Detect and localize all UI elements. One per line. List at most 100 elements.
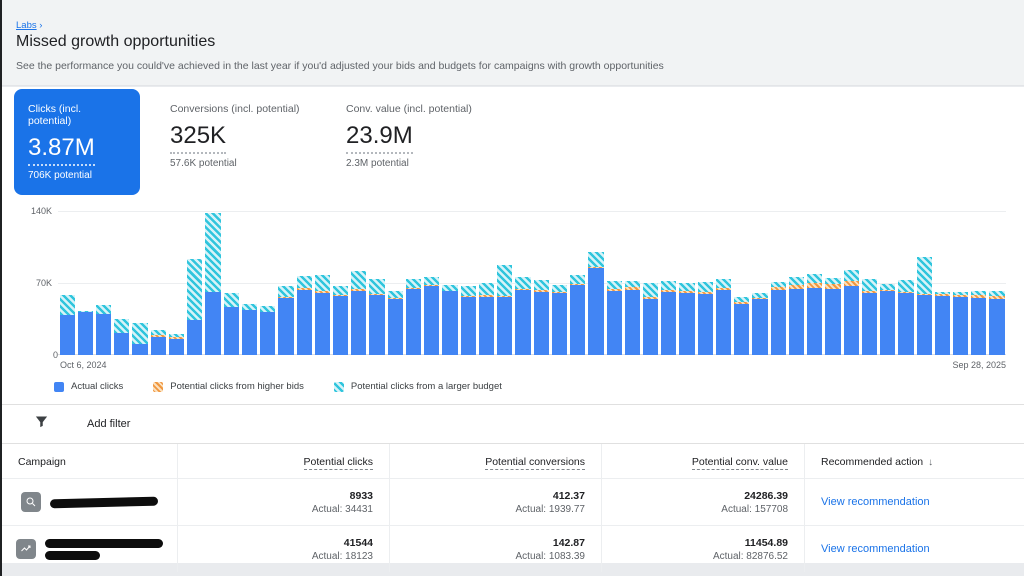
bar-week-14[interactable] <box>297 211 312 355</box>
bar-week-21[interactable] <box>424 211 439 355</box>
bar-segment-actual <box>570 285 585 355</box>
col-header-campaign[interactable]: Campaign <box>2 444 178 478</box>
bar-week-41[interactable] <box>789 211 804 355</box>
bar-week-38[interactable] <box>734 211 749 355</box>
bar-segment-larger-budget <box>862 279 877 291</box>
bar-week-40[interactable] <box>771 211 786 355</box>
legend-item-larger-budget: Potential clicks from a larger budget <box>334 381 502 392</box>
page-header: Labs › Missed growth opportunities See t… <box>2 0 1024 86</box>
bar-segment-larger-budget <box>96 305 111 314</box>
bar-week-4[interactable] <box>114 211 129 355</box>
bar-segment-larger-budget <box>461 286 476 296</box>
bar-segment-larger-budget <box>898 280 913 292</box>
bar-segment-larger-budget <box>497 265 512 297</box>
bar-week-1[interactable] <box>60 211 75 355</box>
bar-week-10[interactable] <box>224 211 239 355</box>
bar-week-50[interactable] <box>953 211 968 355</box>
bar-segment-actual <box>643 299 658 355</box>
add-filter-button[interactable]: Add filter <box>87 418 130 430</box>
col-header-potential-clicks[interactable]: Potential clicks <box>178 444 390 478</box>
bar-week-9[interactable] <box>205 211 220 355</box>
legend-label: Potential clicks from higher bids <box>170 381 304 392</box>
bar-week-22[interactable] <box>442 211 457 355</box>
table-row[interactable]: 41544 Actual: 18123 142.87 Actual: 1083.… <box>2 525 1024 572</box>
bar-week-46[interactable] <box>880 211 895 355</box>
col-header-recommended-action[interactable]: Recommended action↓ <box>805 444 1024 478</box>
bar-week-13[interactable] <box>278 211 293 355</box>
sort-descending-icon[interactable]: ↓ <box>928 457 933 468</box>
bar-week-5[interactable] <box>132 211 147 355</box>
bar-week-51[interactable] <box>971 211 986 355</box>
breadcrumb-labs-link[interactable]: Labs <box>16 20 37 31</box>
bar-week-16[interactable] <box>333 211 348 355</box>
bar-week-45[interactable] <box>862 211 877 355</box>
bar-week-25[interactable] <box>497 211 512 355</box>
bar-segment-actual <box>898 293 913 355</box>
bar-segment-actual <box>534 292 549 355</box>
bar-segment-larger-budget <box>607 281 622 289</box>
view-recommendation-link[interactable]: View recommendation <box>821 496 1008 508</box>
bar-week-20[interactable] <box>406 211 421 355</box>
bar-week-44[interactable] <box>844 211 859 355</box>
bar-week-39[interactable] <box>752 211 767 355</box>
bar-segment-larger-budget <box>132 323 147 344</box>
bar-week-36[interactable] <box>698 211 713 355</box>
bar-week-3[interactable] <box>96 211 111 355</box>
bar-week-37[interactable] <box>716 211 731 355</box>
metric-card-conv-value[interactable]: Conv. value (incl. potential) 23.9M 2.3M… <box>342 89 492 183</box>
bar-week-8[interactable] <box>187 211 202 355</box>
bar-week-7[interactable] <box>169 211 184 355</box>
bar-week-6[interactable] <box>151 211 166 355</box>
bar-week-48[interactable] <box>917 211 932 355</box>
bar-week-2[interactable] <box>78 211 93 355</box>
col-header-potential-conversions[interactable]: Potential conversions <box>390 444 602 478</box>
view-recommendation-link[interactable]: View recommendation <box>821 543 1008 555</box>
bar-segment-larger-budget <box>789 277 804 285</box>
bar-segment-larger-budget <box>297 276 312 288</box>
bar-week-34[interactable] <box>661 211 676 355</box>
bar-segment-larger-budget <box>716 279 731 288</box>
bar-week-18[interactable] <box>369 211 384 355</box>
bar-segment-larger-budget <box>552 285 567 292</box>
bar-week-12[interactable] <box>260 211 275 355</box>
bar-week-30[interactable] <box>588 211 603 355</box>
bar-segment-larger-budget <box>278 286 293 297</box>
chart-legend: Actual clicks Potential clicks from high… <box>54 381 1024 392</box>
bar-segment-actual <box>862 293 877 355</box>
bar-segment-larger-budget <box>643 283 658 297</box>
bar-week-42[interactable] <box>807 211 822 355</box>
table-row[interactable]: 8933 Actual: 34431 412.37 Actual: 1939.7… <box>2 478 1024 525</box>
bar-segment-actual <box>297 290 312 355</box>
metric-card-conversions[interactable]: Conversions (incl. potential) 325K 57.6K… <box>166 89 316 183</box>
bar-week-23[interactable] <box>461 211 476 355</box>
metric-potential: 57.6K potential <box>170 158 312 169</box>
bar-week-27[interactable] <box>534 211 549 355</box>
col-header-potential-conv-value[interactable]: Potential conv. value <box>602 444 805 478</box>
metric-card-clicks[interactable]: Clicks (incl. potential) 3.87M 706K pote… <box>14 89 140 195</box>
bar-week-52[interactable] <box>989 211 1004 355</box>
bar-week-49[interactable] <box>935 211 950 355</box>
bar-week-32[interactable] <box>625 211 640 355</box>
bar-week-24[interactable] <box>479 211 494 355</box>
y-axis-tick-70k: 70K <box>16 278 52 288</box>
bar-segment-larger-budget <box>570 275 585 284</box>
y-axis-tick-0: 0 <box>22 350 58 360</box>
bar-week-28[interactable] <box>552 211 567 355</box>
bar-segment-larger-budget <box>333 286 348 295</box>
bar-segment-actual <box>844 286 859 355</box>
bar-week-43[interactable] <box>825 211 840 355</box>
bar-week-17[interactable] <box>351 211 366 355</box>
bar-week-11[interactable] <box>242 211 257 355</box>
bar-week-31[interactable] <box>607 211 622 355</box>
bar-week-35[interactable] <box>679 211 694 355</box>
filter-funnel-icon[interactable] <box>34 414 49 434</box>
bar-segment-actual <box>132 344 147 355</box>
bar-week-29[interactable] <box>570 211 585 355</box>
legend-swatch-actual-icon <box>54 382 64 392</box>
bar-week-19[interactable] <box>388 211 403 355</box>
bar-week-33[interactable] <box>643 211 658 355</box>
bar-week-26[interactable] <box>515 211 530 355</box>
bar-week-15[interactable] <box>315 211 330 355</box>
bar-segment-actual <box>278 298 293 355</box>
bar-week-47[interactable] <box>898 211 913 355</box>
